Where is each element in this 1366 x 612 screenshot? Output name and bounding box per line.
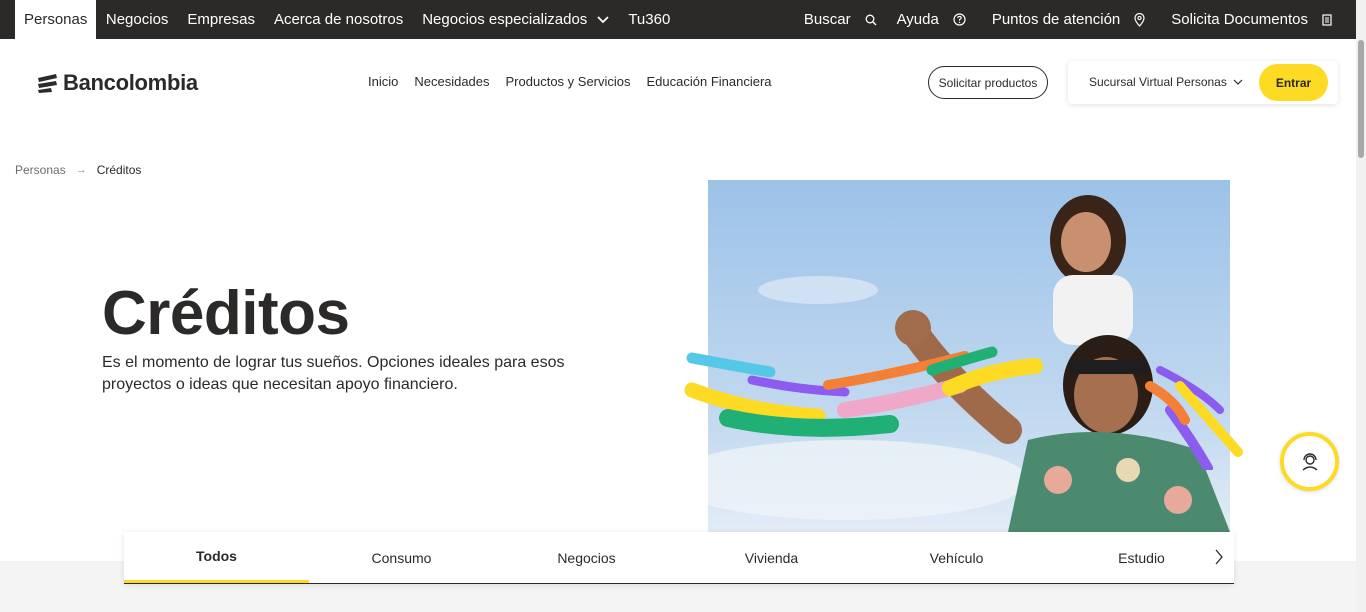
tab-estudio[interactable]: Estudio xyxy=(1049,532,1234,583)
topbar-item-negocios-especializados[interactable]: Negocios especializados xyxy=(413,0,619,39)
buscar-link[interactable]: Buscar xyxy=(804,11,877,28)
location-pin-icon xyxy=(1134,12,1145,27)
sucursal-virtual-label: Sucursal Virtual Personas xyxy=(1089,75,1227,89)
top-bar: Personas Negocios Empresas Acerca de nos… xyxy=(0,0,1356,39)
page-scrollbar[interactable] xyxy=(1356,0,1366,612)
page-description: Es el momento de lograr tus sueños. Opci… xyxy=(102,354,565,393)
virtual-assistant-button[interactable] xyxy=(1280,432,1339,491)
nav-educacion-financiera[interactable]: Educación Financiera xyxy=(647,74,772,89)
nav-inicio[interactable]: Inicio xyxy=(368,74,398,89)
puntos-atencion-link[interactable]: Puntos de atención xyxy=(992,11,1145,28)
assistant-headset-icon xyxy=(1302,452,1317,471)
topbar-item-negocios[interactable]: Negocios xyxy=(96,0,178,39)
tab-vehiculo[interactable]: Vehículo xyxy=(864,532,1049,583)
bancolombia-logo-icon xyxy=(38,74,57,93)
breadcrumb: Personas → Créditos xyxy=(15,163,141,177)
entrar-button[interactable]: Entrar xyxy=(1259,64,1328,101)
tab-todos[interactable]: Todos xyxy=(124,532,309,583)
search-icon xyxy=(865,14,877,25)
topbar-utilities: Buscar Ayuda Puntos de atención Solicita… xyxy=(785,0,1332,39)
topbar-item-personas[interactable]: Personas xyxy=(15,0,97,39)
chevron-right-icon[interactable] xyxy=(1214,549,1224,565)
scrollbar-thumb[interactable] xyxy=(1358,40,1364,158)
tab-vivienda[interactable]: Vivienda xyxy=(679,532,864,583)
breadcrumb-personas[interactable]: Personas xyxy=(15,163,66,177)
tab-consumo[interactable]: Consumo xyxy=(309,532,494,583)
ayuda-label: Ayuda xyxy=(896,11,939,28)
buscar-label: Buscar xyxy=(803,11,851,28)
topbar-item-tu360[interactable]: Tu360 xyxy=(619,0,680,39)
sucursal-login-box: Sucursal Virtual Personas Entrar xyxy=(1068,61,1338,104)
document-icon xyxy=(1322,13,1332,26)
breadcrumb-current: Créditos xyxy=(96,163,142,177)
tab-negocios[interactable]: Negocios xyxy=(494,532,679,583)
decorative-stripes xyxy=(684,346,1243,470)
topbar-item-negocios-especializados-label: Negocios especializados xyxy=(422,11,588,28)
topbar-item-acerca[interactable]: Acerca de nosotros xyxy=(264,0,412,39)
puntos-atencion-label: Puntos de atención xyxy=(991,11,1121,28)
solicita-documentos-link[interactable]: Solicita Documentos xyxy=(1171,11,1332,28)
main-nav: Inicio Necesidades Productos y Servicios… xyxy=(360,74,780,89)
page-title: Créditos xyxy=(102,279,350,348)
category-tabs: Todos Consumo Negocios Vivienda Vehículo… xyxy=(124,532,1234,584)
chevron-down-icon xyxy=(1233,79,1243,85)
arrow-right-icon: → xyxy=(75,164,87,176)
chevron-down-icon xyxy=(597,15,609,23)
solicitar-productos-button[interactable]: Solicitar productos xyxy=(928,66,1048,99)
brand-logo[interactable]: Bancolombia xyxy=(37,70,198,96)
ayuda-link[interactable]: Ayuda xyxy=(897,11,966,28)
nav-productos-servicios[interactable]: Productos y Servicios xyxy=(506,74,631,89)
topbar-item-empresas[interactable]: Empresas xyxy=(178,0,265,39)
main-header: Bancolombia Inicio Necesidades Productos… xyxy=(0,39,1356,125)
nav-necesidades[interactable]: Necesidades xyxy=(414,74,489,89)
sucursal-virtual-select[interactable]: Sucursal Virtual Personas xyxy=(1089,75,1243,89)
help-icon xyxy=(953,13,966,26)
brand-wordmark: Bancolombia xyxy=(63,70,198,95)
solicita-documentos-label: Solicita Documentos xyxy=(1171,11,1308,28)
